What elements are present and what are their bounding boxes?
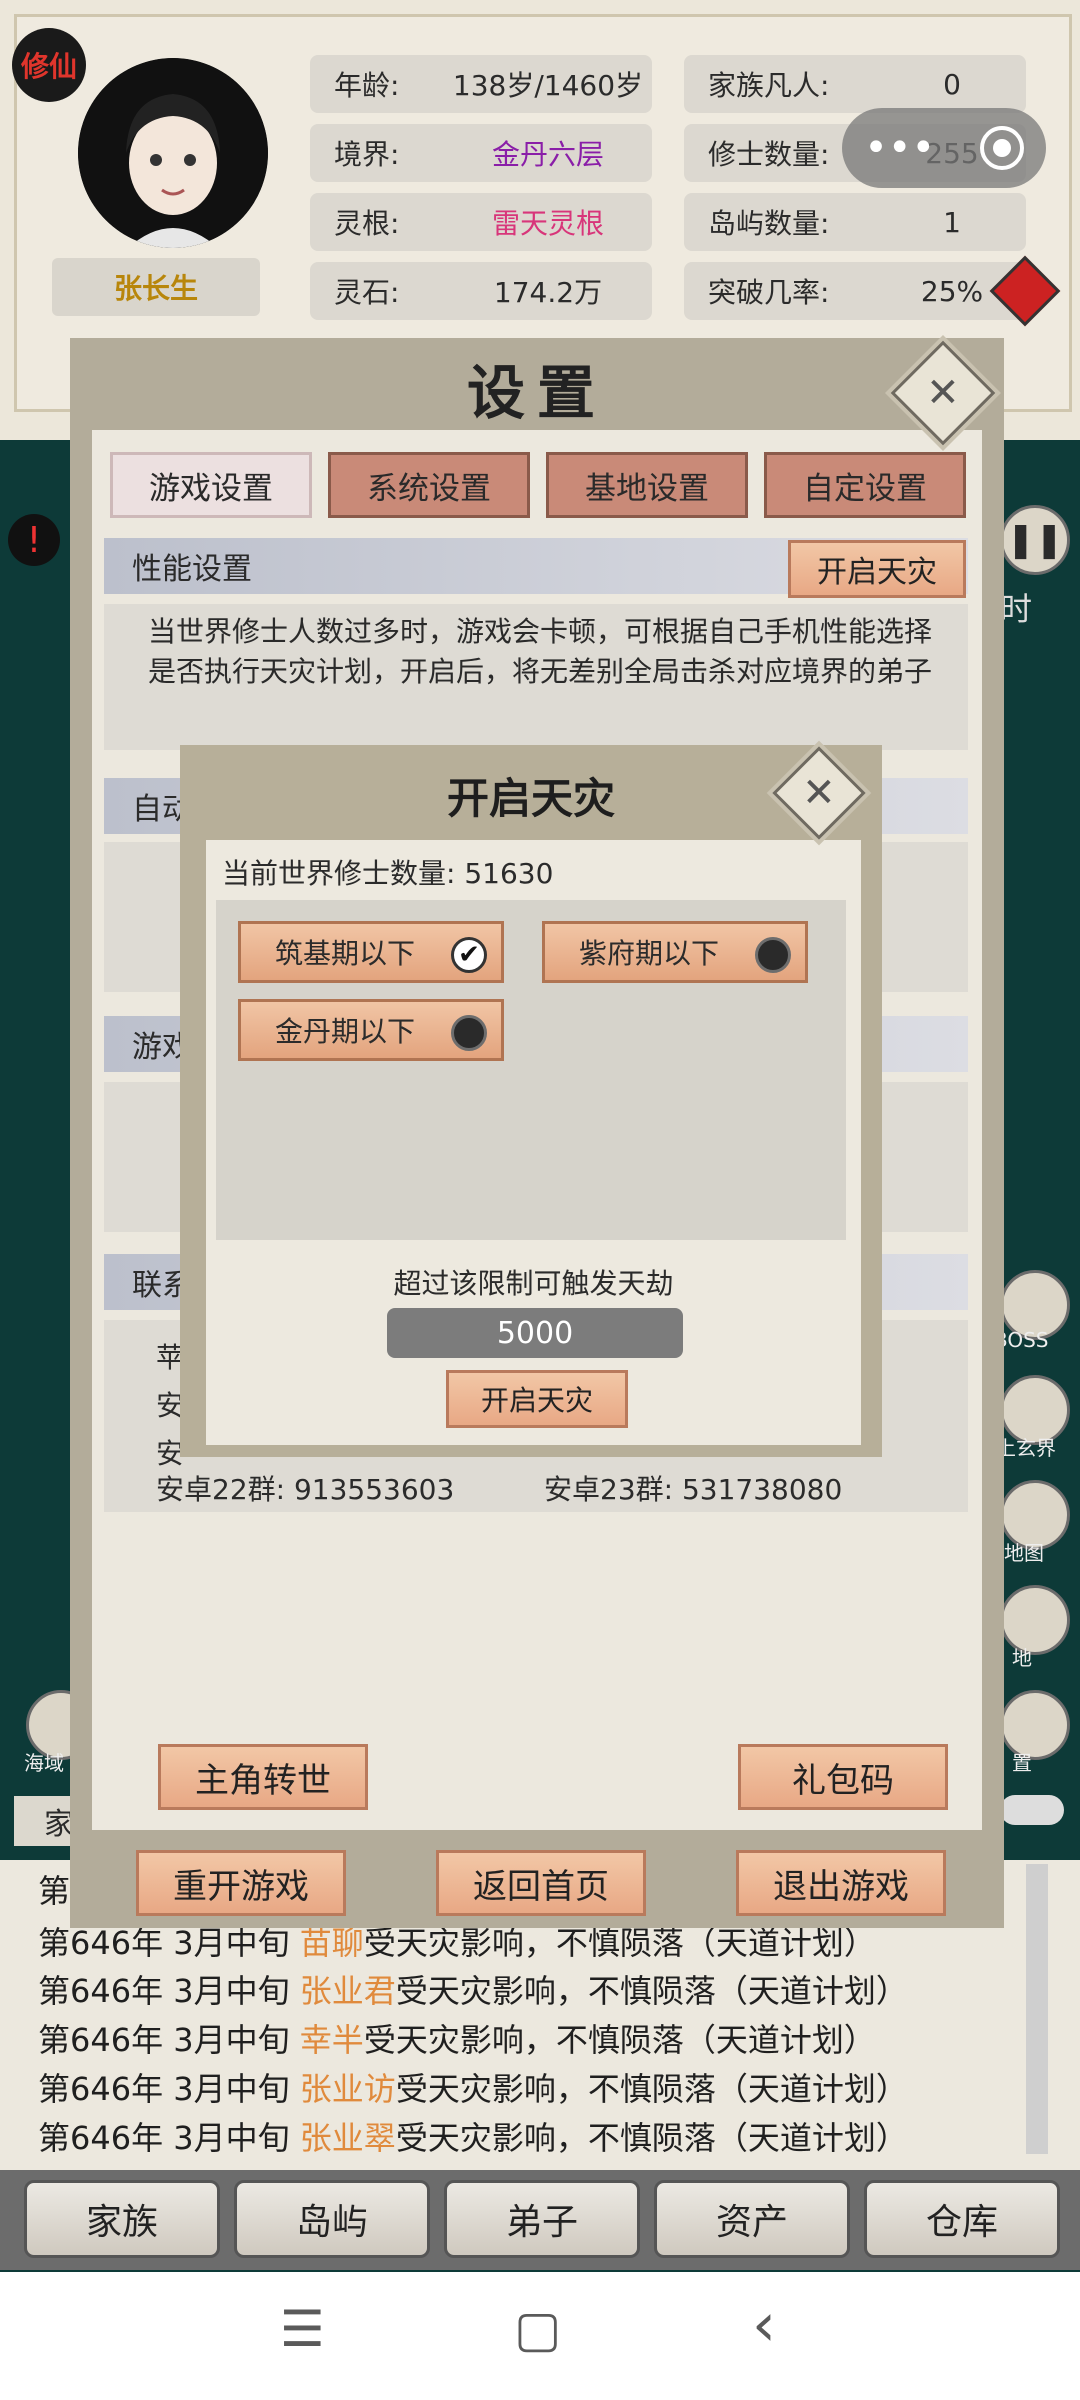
map-label: 地图 xyxy=(1004,1541,1044,1565)
pause-icon[interactable]: ❚❚ xyxy=(1000,505,1070,575)
stat-label: 岛屿数量: xyxy=(708,207,830,240)
back-icon[interactable]: ‹ xyxy=(752,2290,776,2360)
stat-label: 灵根: xyxy=(334,207,400,240)
radio-unchecked-icon[interactable] xyxy=(451,1015,487,1051)
limit-label: 超过该限制可触发天劫 xyxy=(393,1267,674,1300)
stat-breakthrough: 突破几率: 25% xyxy=(684,262,1026,320)
stat-label: 灵石: xyxy=(334,276,400,309)
mini-program-capsule[interactable]: ••• xyxy=(842,108,1046,188)
checkmark-icon[interactable]: ✔ xyxy=(451,937,487,973)
home-icon[interactable]: ▢ xyxy=(514,2300,561,2358)
close-icon: ✕ xyxy=(802,769,836,816)
stat-root: 灵根: 雷天灵根 xyxy=(310,193,652,251)
return-home-button[interactable]: 返回首页 xyxy=(436,1850,646,1916)
log-line: 第646年 3月中旬 张业访受天灾影响，不慎陨落（天道计划） xyxy=(38,2070,908,2108)
qq-group-23[interactable]: 安卓23群: 531738080 xyxy=(544,1468,842,1508)
tab-base-settings[interactable]: 基地设置 xyxy=(546,452,748,518)
restart-game-button[interactable]: 重开游戏 xyxy=(136,1850,346,1916)
more-dots-icon[interactable]: ••• xyxy=(864,125,935,171)
time-label: 时 xyxy=(1000,590,1033,628)
option-label: 筑基期以下 xyxy=(275,937,416,970)
exit-game-button[interactable]: 退出游戏 xyxy=(736,1850,946,1916)
log-line: 第 xyxy=(38,1872,71,1910)
player-avatar[interactable] xyxy=(78,58,268,248)
gift-code-button[interactable]: 礼包码 xyxy=(738,1744,948,1810)
radio-unchecked-icon[interactable] xyxy=(755,937,791,973)
base-label: 地 xyxy=(1012,1646,1032,1670)
stat-value: 174.2万 xyxy=(493,276,603,309)
alert-icon[interactable]: ! xyxy=(8,514,60,566)
stat-islands: 岛屿数量: 1 xyxy=(684,193,1026,251)
stat-realm: 境界: 金丹六层 xyxy=(310,124,652,182)
confirm-disaster-button[interactable]: 开启天灾 xyxy=(446,1370,628,1428)
stat-family: 家族凡人: 0 xyxy=(684,55,1026,113)
player-name: 张长生 xyxy=(52,258,260,316)
stat-label: 突破几率: xyxy=(708,276,830,309)
close-icon: ✕ xyxy=(926,369,960,416)
stat-label: 家族凡人: xyxy=(708,69,830,102)
nav-family[interactable]: 家族 xyxy=(24,2180,220,2258)
stat-value: 0 xyxy=(943,67,961,101)
stat-value: 雷天灵根 xyxy=(491,207,604,240)
log-line: 第646年 3月中旬 幸半受天灾影响，不慎陨落（天道计划） xyxy=(38,2021,876,2059)
log-line: 第646年 3月中旬 张业君受天灾影响，不慎陨落（天道计划） xyxy=(38,1972,908,2010)
nav-warehouse[interactable]: 仓库 xyxy=(864,2180,1060,2258)
cultivation-badge: 修仙 xyxy=(12,28,86,102)
stat-spirit-stones: 灵石: 174.2万 xyxy=(310,262,652,320)
upper-realm-label: 上玄界 xyxy=(996,1436,1056,1460)
option-label: 紫府期以下 xyxy=(579,937,720,970)
base-icon[interactable] xyxy=(1000,1585,1070,1655)
menu-icon[interactable]: ☰ xyxy=(280,2300,325,2358)
log-line: 第646年 3月中旬 张业翠受天灾影响，不慎陨落（天道计划） xyxy=(38,2119,908,2157)
close-target-icon[interactable] xyxy=(979,126,1024,170)
stat-age: 年龄: 138岁/1460岁 xyxy=(310,55,652,113)
tab-custom-settings[interactable]: 自定设置 xyxy=(764,452,966,518)
stat-value: 1 xyxy=(943,205,961,239)
stat-value: 138岁/1460岁 xyxy=(452,69,644,102)
perf-disaster-button[interactable]: 开启天灾 xyxy=(788,540,966,598)
reincarnate-button[interactable]: 主角转世 xyxy=(158,1744,368,1810)
nav-disciples[interactable]: 弟子 xyxy=(444,2180,640,2258)
perf-description: 当世界修士人数过多时，游戏会卡顿，可根据自己手机性能选择是否执行天灾计划，开启后… xyxy=(148,615,933,688)
tab-game-settings[interactable]: 游戏设置 xyxy=(110,452,312,518)
option-zifu[interactable]: 紫府期以下 xyxy=(542,921,808,983)
option-foundation[interactable]: 筑基期以下 ✔ xyxy=(238,921,504,983)
sea-area-label: 海域 xyxy=(24,1751,64,1775)
settings-label: 置 xyxy=(1012,1751,1032,1775)
stat-value: 金丹六层 xyxy=(491,138,604,171)
gear-icon[interactable] xyxy=(1000,1690,1070,1760)
option-golden-core[interactable]: 金丹期以下 xyxy=(238,999,504,1061)
limit-input[interactable]: 5000 xyxy=(387,1308,683,1358)
option-label: 金丹期以下 xyxy=(275,1015,416,1048)
stat-label: 境界: xyxy=(334,138,400,171)
log-scrollbar[interactable] xyxy=(1026,1864,1048,2154)
nav-assets[interactable]: 资产 xyxy=(654,2180,850,2258)
qq-group-22[interactable]: 安卓22群: 913553603 xyxy=(156,1468,454,1508)
nav-islands[interactable]: 岛屿 xyxy=(234,2180,430,2258)
world-cultivator-count: 当前世界修士数量: 51630 xyxy=(222,857,554,890)
tab-system-settings[interactable]: 系统设置 xyxy=(328,452,530,518)
settings-title: 设置 xyxy=(466,359,607,427)
chain-icon[interactable] xyxy=(1000,1795,1064,1825)
stat-label: 年龄: xyxy=(334,69,400,102)
